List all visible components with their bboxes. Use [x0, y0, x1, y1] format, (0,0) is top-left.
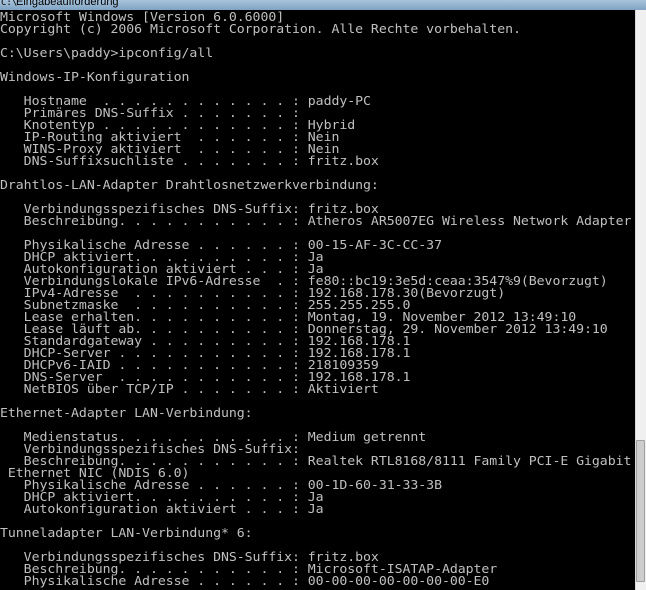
console-line: DNS-Suffixsuchliste . . . . . . . : frit…	[0, 154, 379, 168]
vertical-scrollbar[interactable]	[635, 10, 646, 590]
title-bar[interactable]: C:\ Eingabeaufforderung	[0, 0, 646, 10]
console-output[interactable]: Microsoft Windows [Version 6.0.6000] Copy…	[0, 11, 636, 590]
window-title: Eingabeaufforderung	[16, 0, 119, 8]
console-line: NetBIOS über TCP/IP . . . . . . . : Akti…	[0, 382, 379, 396]
console-line: C:\Users\paddy>ipconfig/all	[0, 46, 214, 60]
console-line: Copyright (c) 2006 Microsoft Corporation…	[0, 22, 521, 36]
console-line: Tunneladapter LAN-Verbindung* 6:	[0, 526, 253, 540]
console-line: Beschreibung. . . . . . . . . . . : Athe…	[0, 214, 632, 228]
console-line: Physikalische Adresse . . . . . . : 00-0…	[0, 574, 490, 588]
console-icon: C:\	[1, 0, 18, 8]
console-line: Ethernet-Adapter LAN-Verbindung:	[0, 406, 253, 420]
scrollbar-thumb[interactable]	[636, 440, 645, 582]
console-line: Autokonfiguration aktiviert . . . : Ja	[0, 502, 324, 516]
console-line: Windows-IP-Konfiguration	[0, 70, 190, 84]
console-line: Drahtlos-LAN-Adapter Drahtlosnetzwerkver…	[0, 178, 379, 192]
command-prompt-window: C:\ Eingabeaufforderung Microsoft Window…	[0, 0, 646, 590]
